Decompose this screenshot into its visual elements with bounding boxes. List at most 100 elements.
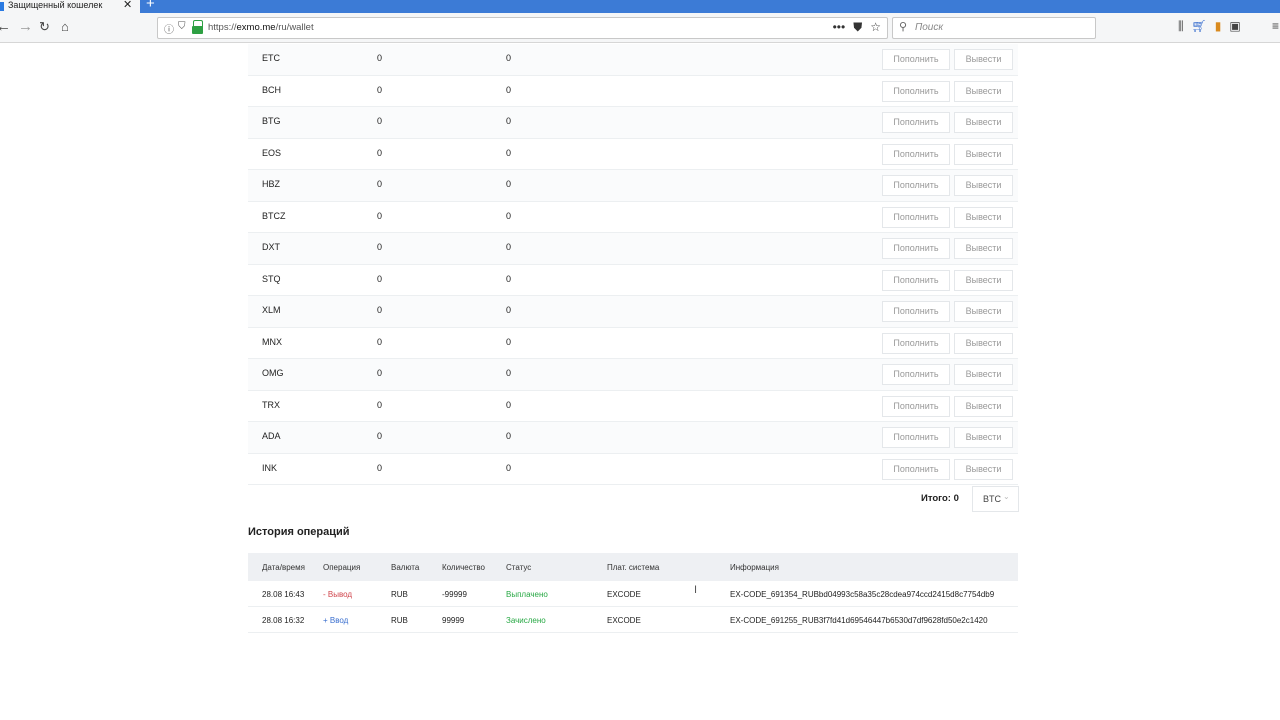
withdraw-button[interactable]: Вывести <box>954 269 1013 291</box>
history-column-header: Плат. система <box>607 563 660 572</box>
withdraw-button[interactable]: Вывести <box>954 238 1013 259</box>
reserved-value: 0 <box>506 179 512 189</box>
cart-icon[interactable]: 🛒︎ <box>1192 19 1207 33</box>
withdraw-button[interactable]: Вывести <box>954 206 1013 228</box>
reserved-value: 0 <box>506 84 512 95</box>
deposit-button[interactable]: Пополнить <box>882 395 950 417</box>
url-text[interactable]: https://exmo.me/ru/wallet <box>208 22 314 33</box>
reserved-value: 0 <box>506 210 512 221</box>
menu-icon[interactable]: ≡ <box>1272 19 1279 33</box>
shield-icon[interactable]: ⛉ <box>178 21 186 32</box>
deposit-button[interactable]: Пополнить <box>882 332 950 354</box>
withdraw-button[interactable]: Вывести <box>954 395 1013 417</box>
wallet-table: ETC 0 0 Пополнить Вывести BCH 0 0 Пополнить Вывес… <box>248 44 1018 485</box>
history-table: Дата/время Операция Валюта Количество Статус… <box>248 553 1018 633</box>
payment-system: EXCODE <box>607 616 641 625</box>
balance-value: 0 <box>377 116 383 126</box>
deposit-button[interactable]: Пополнить <box>882 238 950 259</box>
home-icon[interactable]: ⌂ <box>61 18 69 36</box>
sidebar-icon[interactable]: ▣ <box>1229 19 1240 33</box>
withdraw-button[interactable]: Вывести <box>954 143 1013 165</box>
search-placeholder: Поиск <box>915 22 944 33</box>
balance-value: 0 <box>377 336 383 347</box>
currency-code: ETC <box>262 53 280 63</box>
history-header-row: Дата/время Операция Валюта Количество Статус… <box>248 553 1018 581</box>
currency-code: MNX <box>262 336 282 347</box>
new-tab-button[interactable]: + <box>146 0 155 11</box>
deposit-button[interactable]: Пополнить <box>882 301 950 322</box>
operation-info: EX-CODE_691354_RUBbd04993c58a35c28cdea97… <box>730 590 995 599</box>
reserved-value: 0 <box>506 431 512 441</box>
info-icon[interactable]: ⓘ <box>164 21 174 36</box>
balance-value: 0 <box>377 210 383 221</box>
reserved-value: 0 <box>506 242 512 252</box>
url-host: exmo.me <box>236 22 276 33</box>
reserved-value: 0 <box>506 305 512 315</box>
withdraw-button[interactable]: Вывести <box>954 80 1013 102</box>
deposit-button[interactable]: Пополнить <box>882 364 950 385</box>
browser-tab[interactable]: Защищенный кошелек ✕ <box>0 0 140 13</box>
history-column-header: Дата/время <box>262 563 305 572</box>
operation-status: Зачислено <box>506 616 546 625</box>
wallet-row: BTCZ 0 0 Пополнить Вывести <box>248 202 1018 233</box>
withdraw-button[interactable]: Вывести <box>954 175 1013 196</box>
operation-amount: -99999 <box>442 590 467 599</box>
balance-value: 0 <box>377 399 383 410</box>
back-icon[interactable]: ← <box>0 18 11 36</box>
extension-icon[interactable]: ▮ <box>1215 19 1222 33</box>
deposit-button[interactable]: Пополнить <box>882 80 950 102</box>
chevron-down-icon: ⌄ <box>1003 492 1010 501</box>
address-bar[interactable]: ⓘ ⛉ https://exmo.me/ru/wallet ••• ⛊ ☆ <box>157 17 888 39</box>
deposit-button[interactable]: Пополнить <box>882 458 950 480</box>
currency-code: ADA <box>262 431 281 441</box>
withdraw-button[interactable]: Вывести <box>954 301 1013 322</box>
deposit-button[interactable]: Пополнить <box>882 427 950 448</box>
currency-code: XLM <box>262 305 281 315</box>
history-column-header: Информация <box>730 563 779 572</box>
operation-currency: RUB <box>391 590 408 599</box>
total-currency-select[interactable]: BTC ⌄ <box>972 486 1019 512</box>
wallet-row: OMG 0 0 Пополнить Вывести <box>248 359 1018 391</box>
total-currency-value: BTC <box>983 494 1001 504</box>
reload-icon[interactable]: ↻ <box>39 18 50 36</box>
balance-value: 0 <box>377 462 383 473</box>
deposit-button[interactable]: Пополнить <box>882 206 950 228</box>
withdraw-button[interactable]: Вывести <box>954 458 1013 480</box>
wallet-row: HBZ 0 0 Пополнить Вывести <box>248 170 1018 202</box>
currency-code: OMG <box>262 368 284 378</box>
operation-type: - Вывод <box>323 590 353 599</box>
pocket-icon[interactable]: ⛊ <box>853 20 862 34</box>
deposit-button[interactable]: Пополнить <box>882 112 950 133</box>
balance-value: 0 <box>377 431 383 441</box>
balance-value: 0 <box>377 53 383 63</box>
wallet-row: BTG 0 0 Пополнить Вывести <box>248 107 1018 139</box>
text-cursor-icon: I <box>694 584 698 596</box>
payment-system: EXCODE <box>607 590 641 599</box>
lock-body-icon <box>192 26 203 34</box>
withdraw-button[interactable]: Вывести <box>954 364 1013 385</box>
close-tab-icon[interactable]: ✕ <box>123 0 132 11</box>
search-bar[interactable]: ⚲ Поиск <box>892 17 1096 39</box>
deposit-button[interactable]: Пополнить <box>882 143 950 165</box>
history-column-header: Операция <box>323 563 361 572</box>
library-icon[interactable]: ⫼ <box>1178 19 1184 34</box>
withdraw-button[interactable]: Вывести <box>954 427 1013 448</box>
operation-status: Выплачено <box>506 590 548 599</box>
deposit-button[interactable]: Пополнить <box>882 49 950 70</box>
deposit-button[interactable]: Пополнить <box>882 269 950 291</box>
withdraw-button[interactable]: Вывести <box>954 332 1013 354</box>
currency-code: STQ <box>262 273 281 284</box>
reserved-value: 0 <box>506 336 512 347</box>
page-actions-icon[interactable]: ••• <box>833 20 846 34</box>
deposit-button[interactable]: Пополнить <box>882 175 950 196</box>
wallet-row: BCH 0 0 Пополнить Вывести <box>248 76 1018 107</box>
forward-icon[interactable]: → <box>18 18 33 36</box>
url-prefix: https:// <box>208 22 237 33</box>
wallet-row: ETC 0 0 Пополнить Вывести <box>248 44 1018 76</box>
balance-value: 0 <box>377 273 383 284</box>
history-column-header: Валюта <box>391 563 420 572</box>
withdraw-button[interactable]: Вывести <box>954 112 1013 133</box>
currency-code: BCH <box>262 84 282 95</box>
withdraw-button[interactable]: Вывести <box>954 49 1013 70</box>
bookmark-star-icon[interactable]: ☆ <box>870 20 881 34</box>
